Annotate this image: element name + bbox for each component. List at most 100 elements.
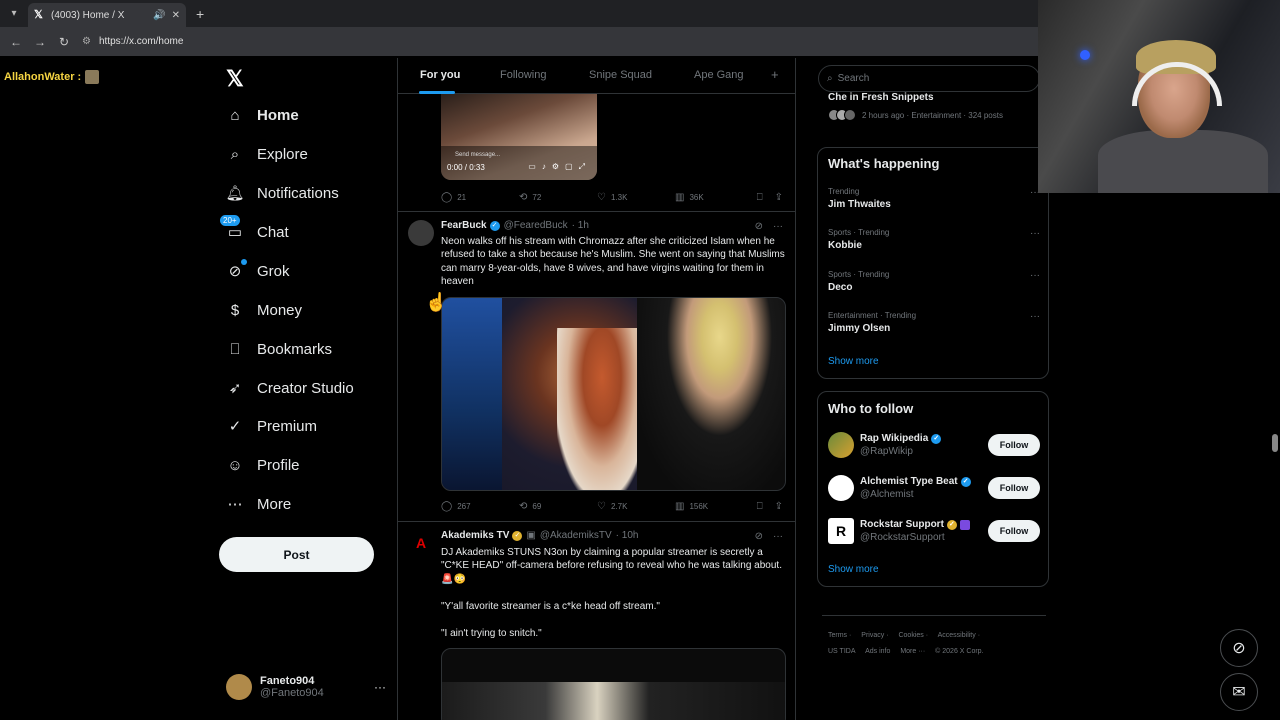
- tab-ape-gang[interactable]: Ape Gang: [694, 69, 744, 81]
- bookmark-icon[interactable]: ⎕: [757, 501, 763, 512]
- post-header: FearBuck ✓ @FearedBuck · 1h: [441, 220, 589, 231]
- verified-gold-icon: ✓: [946, 519, 957, 530]
- browser-tab[interactable]: 𝕏 (4003) Home / X 🔊 ✕: [28, 3, 186, 27]
- account-switcher[interactable]: Faneto904 @Faneto904 ···: [226, 674, 386, 700]
- add-tab-plus-icon[interactable]: +: [771, 67, 779, 82]
- more-dots-icon[interactable]: ···: [773, 531, 783, 542]
- reply-button[interactable]: ◯ 267: [441, 501, 519, 512]
- share-icon[interactable]: ⇪: [775, 501, 783, 512]
- trend-item[interactable]: Trending Jim Thwaites ···: [828, 187, 1040, 210]
- url-field[interactable]: ⚙ https://x.com/home: [82, 36, 183, 47]
- grok-icon[interactable]: ⊘: [755, 221, 763, 232]
- search-input[interactable]: ⌕ Search: [818, 65, 1040, 92]
- post-author-handle[interactable]: @AkademiksTV: [540, 530, 612, 541]
- like-button[interactable]: ♡ 2.7K: [597, 501, 675, 512]
- repost-button[interactable]: ⟲ 69: [519, 501, 597, 512]
- site-info-icon[interactable]: ⚙: [82, 36, 91, 47]
- share-icon[interactable]: ⇪: [775, 192, 783, 203]
- repost-icon: ⟲: [519, 191, 528, 203]
- trend-item[interactable]: Sports · Trending Deco ···: [828, 270, 1040, 293]
- like-button[interactable]: ♡ 1.3K: [597, 192, 675, 203]
- sidebar-item-home[interactable]: ⌂ Home: [226, 100, 298, 130]
- follow-button[interactable]: Follow: [988, 520, 1040, 542]
- post-author-name[interactable]: FearBuck: [441, 220, 487, 231]
- follow-button[interactable]: Follow: [988, 477, 1040, 499]
- post-actions: ◯ 21 ⟲ 72 ♡ 1.3K ▥ 36K ⎕ ⇪: [441, 189, 783, 205]
- post-time[interactable]: · 1h: [572, 220, 589, 231]
- sidebar-item-explore[interactable]: ⌕ Explore: [226, 139, 308, 169]
- more-dots-icon[interactable]: ···: [1030, 270, 1040, 281]
- sidebar-item-premium[interactable]: ✓ Premium: [226, 411, 317, 441]
- trend-item[interactable]: Sports · Trending Kobbie ···: [828, 228, 1040, 251]
- post-author-handle[interactable]: @FearedBuck: [504, 220, 568, 231]
- footer-link[interactable]: More ···: [900, 648, 925, 655]
- more-dots-icon[interactable]: ···: [374, 680, 386, 694]
- footer-link[interactable]: Cookies ·: [898, 632, 928, 639]
- post-author-name[interactable]: Akademiks TV: [441, 530, 509, 541]
- tab-audio-icon[interactable]: 🔊: [153, 10, 165, 21]
- footer-link[interactable]: Ads info: [865, 648, 890, 655]
- grok-dot: [241, 259, 247, 265]
- follow-suggestion[interactable]: Rap Wikipedia ✓ @RapWikip Follow: [828, 430, 1040, 460]
- sidebar-item-notifications[interactable]: 🔔︎ Notifications: [225, 178, 338, 208]
- post-menu: ⊘ ···: [755, 221, 783, 232]
- new-tab-plus-icon[interactable]: +: [196, 6, 204, 22]
- sidebar-item-grok[interactable]: ⊘ Grok: [226, 256, 290, 286]
- views-button[interactable]: ▥ 156K: [675, 501, 753, 512]
- webcam-figure: [1098, 130, 1268, 193]
- sidebar-item-profile[interactable]: ☺ Profile: [226, 450, 299, 480]
- tab-snipe-squad[interactable]: Snipe Squad: [589, 69, 652, 81]
- post-video[interactable]: Send message... 0:00 / 0:33 ▭♪⚙▢⤢: [441, 94, 597, 180]
- trend-item[interactable]: Entertainment · Trending Jimmy Olsen ···: [828, 311, 1040, 334]
- more-dots-icon[interactable]: ···: [1030, 228, 1040, 239]
- footer-divider: [822, 615, 1046, 616]
- search-icon: ⌕: [230, 145, 240, 163]
- sidebar-item-bookmarks[interactable]: ⎕ Bookmarks: [226, 334, 332, 364]
- video-send-message[interactable]: Send message...: [455, 152, 500, 158]
- trend-category: Trending: [828, 187, 860, 196]
- sidebar-item-money[interactable]: $ Money: [226, 295, 302, 325]
- url-text: https://x.com/home: [98, 36, 184, 47]
- avatar: [828, 475, 854, 501]
- more-dots-icon[interactable]: ···: [1030, 311, 1040, 322]
- scrollbar[interactable]: [1272, 434, 1278, 452]
- account-name: Faneto904: [260, 675, 315, 687]
- post-button[interactable]: Post: [219, 537, 374, 572]
- video-control-icons[interactable]: ▭♪⚙▢⤢: [528, 162, 591, 172]
- show-more-link[interactable]: Show more: [828, 564, 879, 575]
- show-more-link[interactable]: Show more: [828, 356, 879, 367]
- follow-button[interactable]: Follow: [988, 434, 1040, 456]
- grok-icon[interactable]: ⊘: [1220, 629, 1258, 667]
- post-time[interactable]: · 10h: [616, 530, 639, 541]
- post-image[interactable]: [441, 297, 786, 491]
- messages-icon[interactable]: ✉: [1220, 673, 1258, 711]
- sidebar-item-creator-studio[interactable]: ➶ Creator Studio: [226, 373, 354, 403]
- sidebar-item-more[interactable]: ⋯ More: [226, 489, 292, 519]
- footer-link[interactable]: US TIDA: [828, 648, 856, 655]
- avatar[interactable]: A: [408, 530, 434, 556]
- follow-suggestion[interactable]: Alchemist Type Beat ✓ @Alchemist Follow: [828, 473, 1040, 503]
- more-dots-icon[interactable]: ···: [773, 221, 783, 232]
- footer-link[interactable]: Privacy ·: [861, 632, 888, 639]
- sidebar-item-chat[interactable]: ▭ 20+ Chat: [220, 215, 289, 247]
- views-button[interactable]: ▥ 36K: [675, 192, 753, 203]
- tab-list-chevron-icon[interactable]: ▾: [4, 4, 24, 24]
- post-video[interactable]: [441, 648, 786, 720]
- tab-close-icon[interactable]: ✕: [172, 10, 180, 21]
- avatar[interactable]: [408, 220, 434, 246]
- reload-icon[interactable]: ↻: [52, 35, 76, 49]
- x-logo-icon[interactable]: 𝕏: [226, 66, 244, 92]
- tab-for-you[interactable]: For you: [420, 69, 460, 81]
- footer-link[interactable]: Accessibility ·: [938, 632, 980, 639]
- follow-suggestion[interactable]: R Rockstar Support ✓ @RockstarSupport Fol…: [828, 516, 1040, 546]
- back-arrow-icon[interactable]: ←: [4, 35, 28, 49]
- tab-following[interactable]: Following: [500, 69, 546, 81]
- footer-link[interactable]: Terms ·: [828, 632, 851, 639]
- reply-button[interactable]: ◯ 21: [441, 192, 519, 203]
- repost-button[interactable]: ⟲ 72: [519, 192, 597, 203]
- bookmark-icon[interactable]: ⎕: [757, 192, 763, 203]
- forward-arrow-icon[interactable]: →: [28, 35, 52, 49]
- trending-story[interactable]: Che in Fresh Snippets 2 hours ago · Ente…: [828, 92, 1003, 121]
- story-avatars: [828, 109, 856, 121]
- grok-icon[interactable]: ⊘: [755, 531, 763, 542]
